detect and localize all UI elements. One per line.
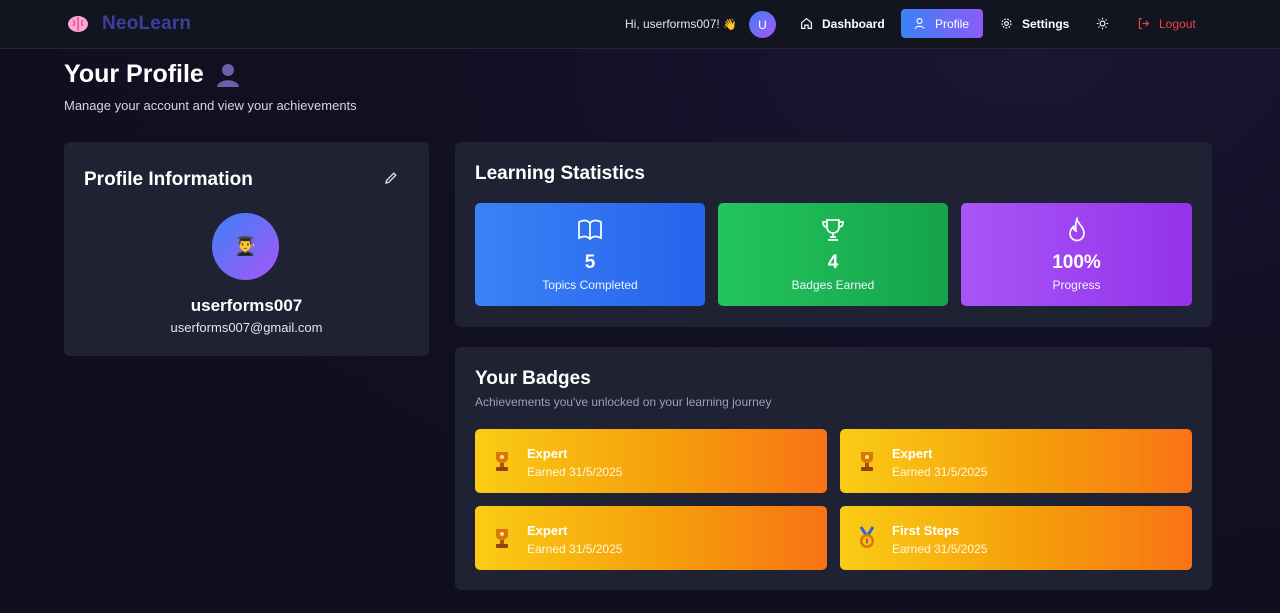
stat-badges-earned: 4 Badges Earned xyxy=(718,203,948,306)
logout-icon xyxy=(1138,18,1150,29)
greeting: Hi, userforms007! 👋 xyxy=(625,17,737,31)
badge-date: Earned 31/5/2025 xyxy=(892,465,988,479)
stat-value: 100% xyxy=(1052,252,1101,273)
sun-icon xyxy=(1096,17,1109,30)
edit-pencil-icon[interactable] xyxy=(383,170,399,186)
stat-label: Badges Earned xyxy=(791,278,875,292)
badge-date: Earned 31/5/2025 xyxy=(527,542,623,556)
badge-date: Earned 31/5/2025 xyxy=(892,542,988,556)
stat-value: 5 xyxy=(584,252,596,273)
learning-statistics-card: Learning Statistics 5 Topics Completed 4… xyxy=(455,142,1212,327)
badge-name: Expert xyxy=(892,446,933,461)
stat-topics-completed: 5 Topics Completed xyxy=(475,203,705,306)
badge-item: Expert Earned 31/5/2025 xyxy=(840,429,1192,493)
flame-icon xyxy=(1068,217,1085,242)
badge-item: First Steps Earned 31/5/2025 xyxy=(840,506,1192,570)
badge-item: Expert Earned 31/5/2025 xyxy=(475,429,827,493)
top-navbar: NeoLearn Hi, userforms007! 👋 U Dashboard… xyxy=(0,0,1280,49)
badge-date: Earned 31/5/2025 xyxy=(527,465,623,479)
stat-label: Progress xyxy=(1052,278,1101,292)
badge-name: Expert xyxy=(527,446,568,461)
profile-username: userforms007 xyxy=(190,296,303,315)
badge-name: Expert xyxy=(527,523,568,538)
nav-dashboard-label: Dashboard xyxy=(822,16,885,31)
nav-profile[interactable]: Profile xyxy=(901,9,983,38)
badges-subtitle: Achievements you've unlocked on your lea… xyxy=(475,395,772,409)
profile-email: userforms007@gmail.com xyxy=(170,320,323,335)
logout-label: Logout xyxy=(1159,16,1196,31)
badges-heading: Your Badges xyxy=(475,368,591,389)
trophy-award-icon xyxy=(496,452,508,471)
wave-icon: 👋 xyxy=(723,19,737,31)
page-title-text: Your Profile xyxy=(64,60,204,88)
brand[interactable]: NeoLearn xyxy=(66,12,191,36)
page-title: Your Profile xyxy=(64,60,240,89)
stat-label: Topics Completed xyxy=(542,278,638,292)
brand-name: NeoLearn xyxy=(102,13,192,34)
your-badges-card: Your Badges Achievements you've unlocked… xyxy=(455,347,1212,590)
profile-card: Profile Information 👨‍🎓 userforms007 use… xyxy=(64,142,429,356)
trophy-award-icon xyxy=(496,529,508,548)
profile-avatar: 👨‍🎓 xyxy=(212,213,279,280)
nav-profile-label: Profile xyxy=(935,16,970,31)
brain-icon xyxy=(68,16,88,32)
page-subtitle: Manage your account and view your achiev… xyxy=(64,98,357,113)
theme-toggle-button[interactable] xyxy=(1085,9,1120,38)
user-silhouette-icon xyxy=(216,63,239,87)
logout-button[interactable]: Logout xyxy=(1125,9,1208,38)
profile-heading: Profile Information xyxy=(84,169,253,190)
trophy-icon xyxy=(822,219,844,241)
stats-heading: Learning Statistics xyxy=(475,163,645,184)
home-icon xyxy=(801,17,812,29)
stat-progress: 100% Progress xyxy=(961,203,1192,306)
gear-icon xyxy=(1001,18,1012,29)
trophy-award-icon xyxy=(861,452,873,471)
badge-name: First Steps xyxy=(892,523,960,538)
badge-item: Expert Earned 31/5/2025 xyxy=(475,506,827,570)
stat-value: 4 xyxy=(827,252,839,273)
medal-icon xyxy=(859,526,875,548)
nav-settings[interactable]: Settings xyxy=(988,9,1081,38)
user-icon xyxy=(914,18,925,30)
nav-settings-label: Settings xyxy=(1022,16,1070,31)
greeting-text: Hi, userforms007! xyxy=(625,17,720,31)
nav-dashboard[interactable]: Dashboard xyxy=(788,9,897,38)
user-avatar[interactable]: U xyxy=(749,11,776,38)
book-icon xyxy=(578,219,602,241)
